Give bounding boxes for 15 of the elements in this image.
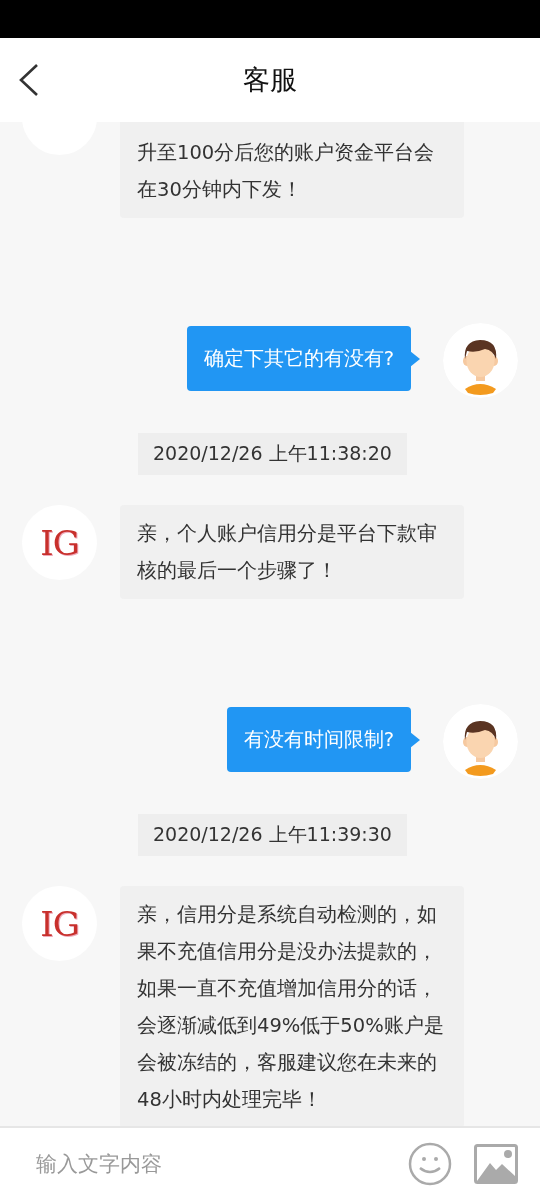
bot-avatar: IG xyxy=(22,886,97,961)
timestamp: 2020/12/26 上午11:39:30 xyxy=(138,814,407,856)
bubble-pointer xyxy=(410,350,420,367)
back-icon[interactable] xyxy=(18,63,40,97)
bubble-pointer xyxy=(410,731,420,748)
message-bubble: 亲，个人账户信用分是平台下款审核的最后一个步骤了！ xyxy=(120,505,464,599)
timestamp: 2020/12/26 上午11:38:20 xyxy=(138,433,407,475)
page-title: 客服 xyxy=(243,63,297,97)
message-bubble: 确定下其它的有没有? xyxy=(186,326,411,391)
bot-avatar: IG xyxy=(22,505,97,580)
message-bubble: 有没有时间限制? xyxy=(226,707,411,772)
image-icon[interactable] xyxy=(474,1144,518,1184)
message-bubble: 升至100分后您的账户资金平台会在30分钟内下发！ xyxy=(120,122,464,218)
message-bubble: 亲，信用分是系统自动检测的，如果不充值信用分是没办法提款的，如果一直不充值增加信用分的话，会逐渐减低到49%低于50%账户是会被冻结的，客服建议您在未来的48小时内处理完毕！ xyxy=(120,886,464,1126)
emoji-icon[interactable] xyxy=(408,1142,452,1186)
